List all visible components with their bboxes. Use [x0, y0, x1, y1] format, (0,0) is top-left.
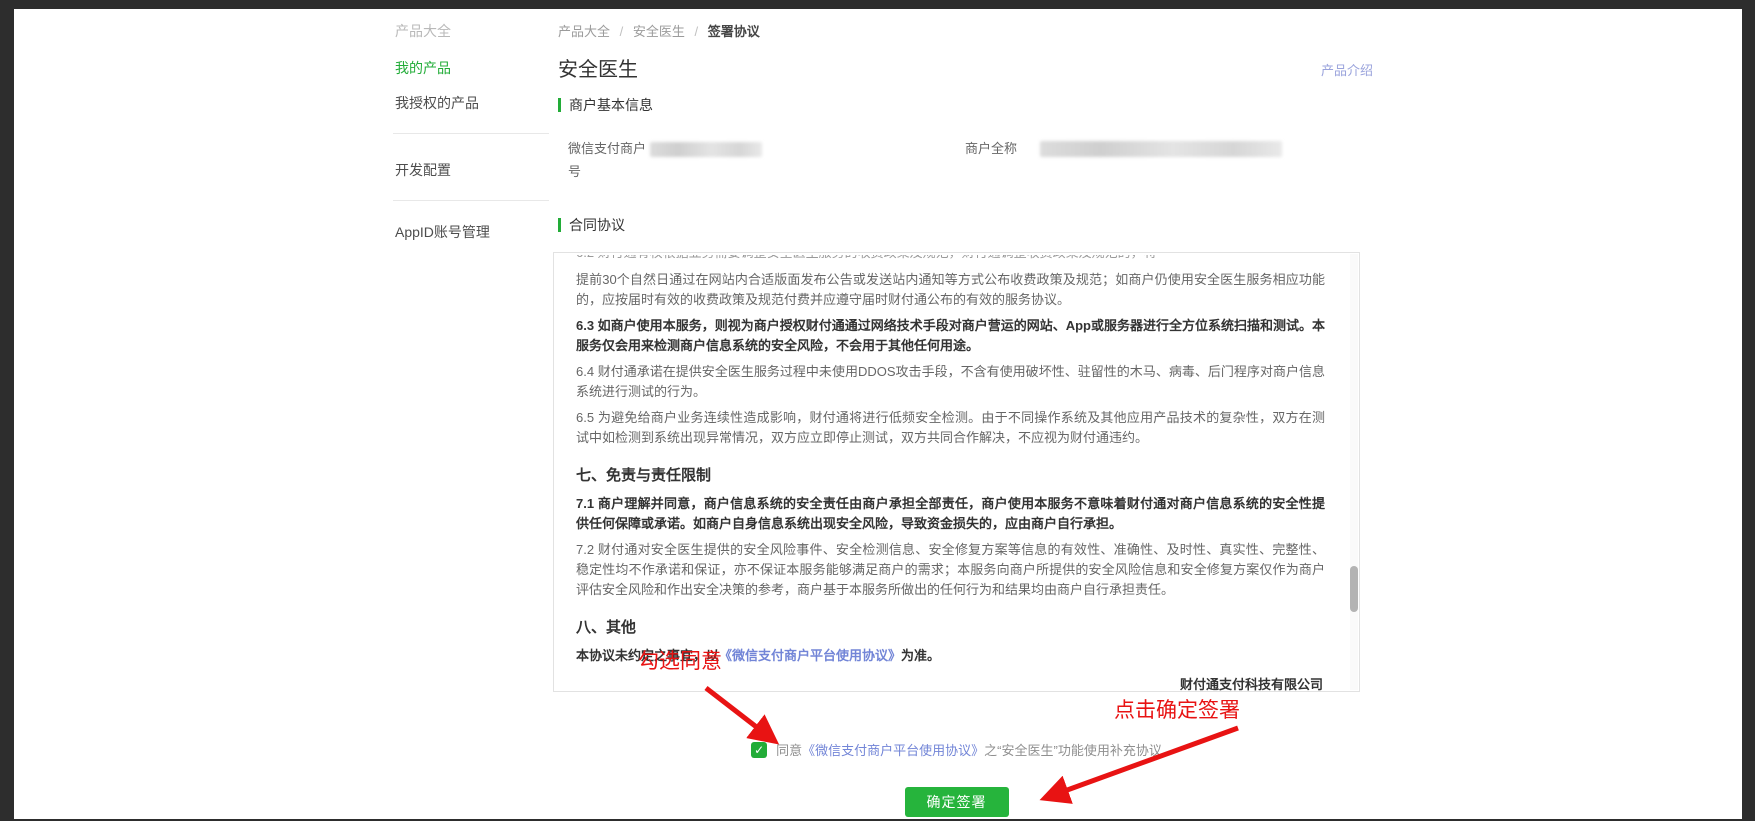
platform-agreement-link[interactable]: 《微信支付商户平台使用协议》 — [719, 648, 901, 663]
scrollbar-thumb[interactable] — [1350, 566, 1358, 612]
consent-suffix: 之“安全医生”功能使用补充协议 — [984, 743, 1162, 758]
sidebar-item-dev-config[interactable]: 开发配置 — [395, 160, 451, 180]
platform-agreement-link[interactable]: 《微信支付商户平台使用协议》 — [802, 743, 984, 758]
sidebar-divider — [393, 133, 549, 134]
agreement-heading-7: 七、免责与责任限制 — [576, 467, 712, 484]
agreement-paragraph: 提前30个自然日通过在网站内合适版面发布公告或发送站内通知等方式公布收费政策及规… — [576, 272, 1325, 307]
scrollbar-track — [1350, 254, 1358, 690]
agreement-paragraph: 6.5 为避免给商户业务连续性造成影响，财付通将进行低频安全检测。由于不同操作系… — [576, 410, 1325, 445]
merchant-fullname-label: 商户全称 — [965, 141, 1018, 156]
agreement-paragraph: 7.2 财付通对安全医生提供的安全风险事件、安全检测信息、安全修复方案等信息的有… — [576, 542, 1325, 597]
consent-row: ✓ 同意《微信支付商户平台使用协议》之“安全医生”功能使用补充协议 — [553, 740, 1360, 759]
annotation-check-agree-hint: 勾选同意 — [638, 650, 722, 673]
merchant-id-redacted-value — [650, 142, 762, 157]
merchant-platform-page: 产品大全 我的产品 我授权的产品 开发配置 AppID账号管理 产品大全 / 安… — [14, 9, 1742, 819]
section-marker — [558, 98, 561, 112]
agreement-heading-8: 八、其他 — [576, 619, 637, 636]
consent-text: 同意《微信支付商户平台使用协议》之“安全医生”功能使用补充协议 — [776, 740, 1162, 759]
breadcrumb-security-doctor[interactable]: 安全医生 — [633, 24, 685, 39]
agreement-clipped-line: 6.2 财付通有权根据业务需要调整安全医生服务的收费政策及规范，财付通调整收费政… — [576, 255, 1325, 264]
agreement-scroll-area[interactable]: 6.2 财付通有权根据业务需要调整安全医生服务的收费政策及规范，财付通调整收费政… — [553, 252, 1360, 692]
consent-checkbox[interactable]: ✓ — [751, 741, 768, 758]
breadcrumb: 产品大全 / 安全医生 / 签署协议 — [558, 21, 760, 40]
merchant-id-label: 微信支付商户号 — [568, 141, 647, 179]
company-signature: 财付通支付科技有限公司 — [1179, 677, 1323, 692]
page-title: 安全医生 — [558, 59, 638, 81]
sidebar-item-appid-management[interactable]: AppID账号管理 — [395, 222, 490, 242]
sidebar-item-authorized-products[interactable]: 我授权的产品 — [395, 93, 479, 113]
screenshot-frame: 产品大全 我的产品 我授权的产品 开发配置 AppID账号管理 产品大全 / 安… — [0, 0, 1755, 821]
confirm-sign-button[interactable]: 确定签署 — [904, 787, 1009, 817]
agreement-paragraph: 7.1 商户理解并同意，商户信息系统的安全责任由商户承担全部责任，商户使用本服务… — [576, 496, 1325, 531]
agreement-paragraph: 6.3 如商户使用本服务，则视为商户授权财付通通过网络技术手段对商户营运的网站、… — [576, 318, 1325, 353]
sidebar-item-my-products[interactable]: 我的产品 — [395, 58, 451, 78]
button-row: 确定签署 — [553, 787, 1360, 817]
breadcrumb-separator: / — [619, 24, 624, 39]
section-contract: 合同协议 — [558, 215, 625, 235]
sidebar-item-product-catalog[interactable]: 产品大全 — [395, 21, 451, 41]
breadcrumb-separator: / — [694, 24, 699, 39]
section-title: 商户基本信息 — [569, 97, 653, 113]
breadcrumb-product-catalog[interactable]: 产品大全 — [558, 24, 610, 39]
annotation-click-sign-hint: 点击确定签署 — [1114, 699, 1240, 722]
merchant-fullname-redacted-value — [1040, 141, 1282, 157]
breadcrumb-sign-agreement: 签署协议 — [707, 24, 760, 39]
sidebar-divider — [393, 200, 549, 201]
agreement-paragraph: 6.4 财付通承诺在提供安全医生服务过程中未使用DDOS攻击手段，不含有使用破坏… — [576, 364, 1325, 399]
section-marker — [558, 218, 561, 232]
consent-prefix: 同意 — [776, 743, 803, 758]
section-merchant-info: 商户基本信息 — [558, 95, 653, 115]
final-line-text: 为准。 — [901, 648, 941, 663]
section-title: 合同协议 — [569, 217, 625, 233]
product-intro-link[interactable]: 产品介绍 — [1321, 60, 1373, 79]
